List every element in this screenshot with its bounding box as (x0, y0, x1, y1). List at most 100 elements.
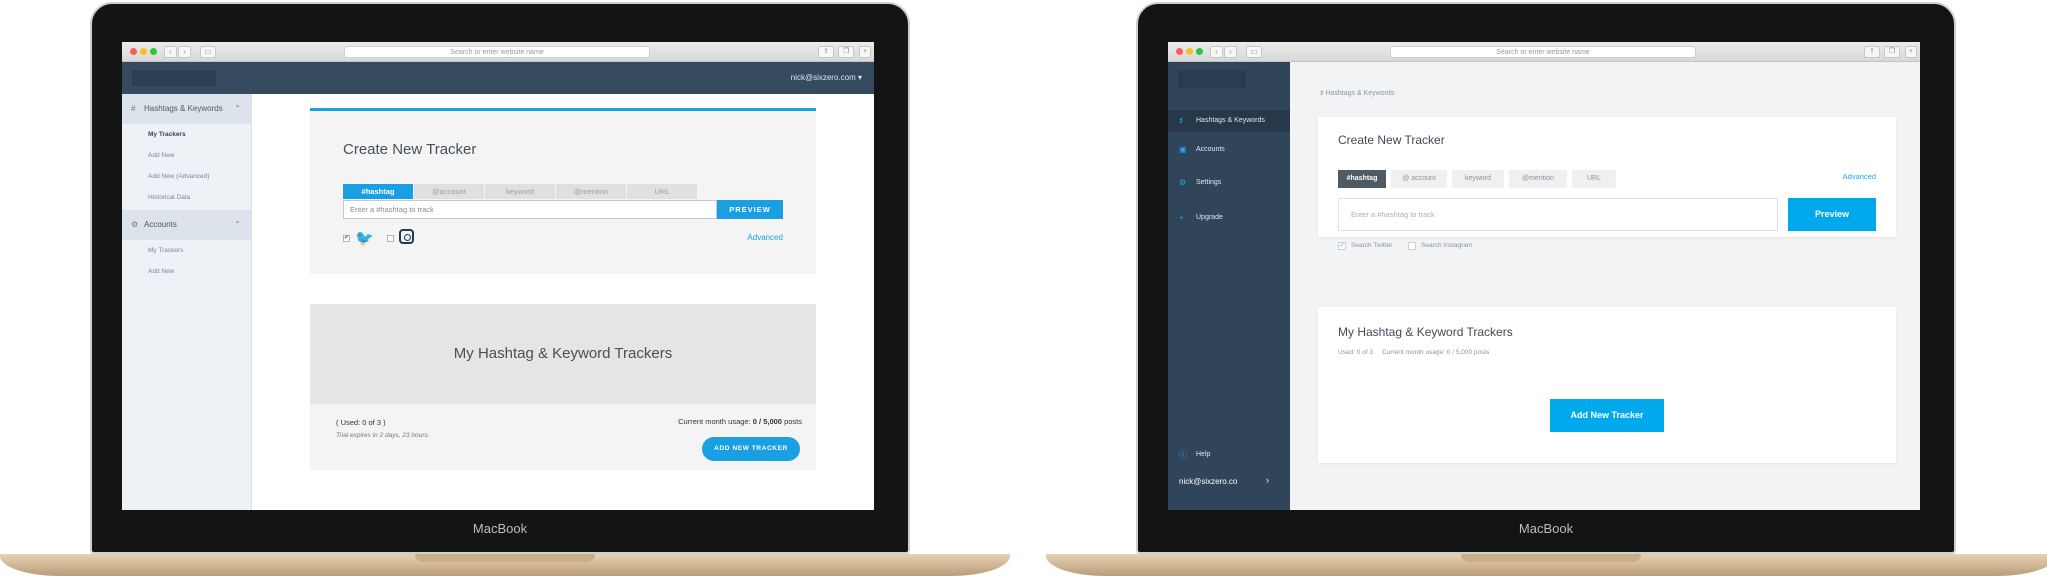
tabs-icon[interactable]: ❐ (1884, 46, 1900, 58)
card-title: My Hashtag & Keyword Trackers (1338, 325, 1513, 339)
sidebar-item-label: Upgrade (1196, 214, 1223, 221)
sidebar-item-add-new[interactable]: Add New (122, 145, 251, 166)
usage-summary: Current month usage: 0 / 5,000 posts (1382, 349, 1490, 356)
browser-toolbar: ‹ › ▭ Search or enter website name ⇧ ❐ + (122, 42, 874, 62)
new-tab-icon[interactable]: + (859, 46, 871, 58)
advanced-link[interactable]: Advanced (747, 233, 783, 242)
minimize-window-button[interactable] (1186, 48, 1193, 55)
usage-value: 0 / 5,000 (752, 417, 782, 426)
sidebar-item-settings[interactable]: ⚙ Settings (1168, 172, 1290, 194)
search-instagram-checkbox[interactable] (1408, 242, 1416, 250)
tab-mention[interactable]: @mention (556, 184, 626, 199)
back-icon[interactable]: ‹ (164, 46, 177, 58)
sidebar-section-label: Hashtags & Keywords (144, 104, 223, 113)
usage-suffix: posts (784, 417, 802, 426)
user-account[interactable]: nick@sixzero.co (1179, 477, 1237, 486)
tab-mention[interactable]: @mention (1509, 170, 1567, 188)
sidebar-item-my-trackers[interactable]: My Trackers (122, 124, 251, 145)
app-logo[interactable] (132, 70, 216, 86)
close-window-button[interactable] (1176, 48, 1183, 55)
hashtag-input[interactable]: Enter a #hashtag to track (1338, 198, 1778, 231)
advanced-link[interactable]: Advanced (1843, 172, 1876, 181)
address-bar[interactable]: Search or enter website name (1390, 46, 1696, 58)
sidebar-section-label: Accounts (144, 220, 177, 229)
sidebar-item-accounts[interactable]: ▣ Accounts (1168, 139, 1290, 161)
sidebar-toggle-icon[interactable]: ▭ (200, 46, 216, 58)
used-count: Used: 0 of 3 (1338, 349, 1374, 356)
sidebar-item-label: Hashtags & Keywords (1196, 117, 1265, 124)
usage-summary: Current month usage: 0 / 5,000 posts (678, 417, 802, 426)
address-bar[interactable]: Search or enter website name (344, 46, 650, 58)
device-label: MacBook (1518, 521, 1574, 536)
sidebar-item-historical-data[interactable]: Historical Data (122, 187, 251, 208)
tab-keyword[interactable]: keyword (485, 184, 555, 199)
instagram-icon (399, 229, 414, 244)
breadcrumb-label[interactable]: Hashtags & Keywords (1325, 90, 1394, 97)
tab-url[interactable]: URL (627, 184, 697, 199)
back-icon[interactable]: ‹ (1210, 46, 1223, 58)
tracker-type-tabs: #hashtag @ account keyword @mention URL (1338, 167, 1621, 188)
instagram-checkbox[interactable] (387, 235, 394, 242)
preview-button[interactable]: Preview (1788, 198, 1876, 231)
sidebar-item-accounts-add-new[interactable]: Add New (122, 261, 251, 282)
screen-old: ‹ › ▭ Search or enter website name ⇧ ❐ +… (122, 42, 874, 510)
card-title: Create New Tracker (343, 141, 477, 158)
tab-hashtag[interactable]: #hashtag (1338, 170, 1386, 188)
breadcrumb: ♯ Hashtags & Keywords (1320, 90, 1394, 97)
twitter-checkbox[interactable]: ✔ (343, 235, 350, 242)
sidebar-item-accounts-my-trackers[interactable]: My Trackers (122, 240, 251, 261)
sidebar-item-help[interactable]: ⓘ Help (1168, 444, 1290, 466)
sidebar-item-label: Help (1196, 451, 1211, 458)
macbook-notch (1461, 554, 1641, 562)
sidebar-item-upgrade[interactable]: + Upgrade (1168, 207, 1290, 229)
search-twitter-checkbox[interactable]: ✓ (1338, 242, 1346, 250)
tab-account[interactable]: @ account (1391, 170, 1447, 188)
plus-icon: + (1179, 213, 1184, 222)
search-twitter-label: Search Twitter (1351, 242, 1393, 249)
sidebar-item-label: Accounts (1196, 146, 1225, 153)
trackers-card: My Hashtag & Keyword Trackers Used: 0 of… (1318, 307, 1896, 463)
comparison-stage: ‹ › ▭ Search or enter website name ⇧ ❐ +… (0, 0, 2047, 585)
minimize-window-button[interactable] (140, 48, 147, 55)
tab-account[interactable]: @account (414, 184, 484, 199)
add-new-tracker-button[interactable]: ADD NEW TRACKER (702, 437, 800, 461)
user-menu[interactable]: nick@sixzero.com ▾ (791, 73, 862, 82)
maximize-window-button[interactable] (150, 48, 157, 55)
share-icon[interactable]: ⇧ (1864, 46, 1880, 58)
tabs-icon[interactable]: ❐ (838, 46, 854, 58)
browser-toolbar: ‹ › ▭ Search or enter website name ⇧ ❐ + (1168, 42, 1920, 62)
trackers-card: My Hashtag & Keyword Trackers ( Used: 0 … (310, 304, 816, 470)
main-content: ♯ Hashtags & Keywords Create New Tracker… (1290, 62, 1920, 510)
chevron-right-icon[interactable]: › (1266, 475, 1269, 485)
sidebar: ♯ Hashtags & Keywords ▣ Accounts ⚙ Setti… (1168, 62, 1290, 510)
sidebar: # Hashtags & Keywords ⌃ My Trackers Add … (122, 94, 252, 510)
sidebar-item-hashtags[interactable]: ♯ Hashtags & Keywords (1168, 110, 1290, 132)
create-tracker-card: Create New Tracker #hashtag @account keywo… (310, 108, 816, 274)
twitter-icon: 🐦 (355, 230, 374, 247)
forward-icon[interactable]: › (1224, 46, 1237, 58)
close-window-button[interactable] (130, 48, 137, 55)
forward-icon[interactable]: › (178, 46, 191, 58)
usage-prefix: Current month usage: (678, 417, 751, 426)
tab-keyword[interactable]: keyword (1452, 170, 1504, 188)
share-icon[interactable]: ⇧ (818, 46, 834, 58)
sidebar-item-add-new-advanced[interactable]: Add New (Advanced) (122, 166, 251, 187)
sidebar-section-accounts[interactable]: ⚙ Accounts ⌃ (122, 210, 251, 240)
app-logo[interactable] (1178, 70, 1246, 88)
search-instagram-label: Search Instagram (1421, 242, 1473, 249)
create-tracker-card: Create New Tracker #hashtag @ account keyw… (1318, 117, 1896, 250)
used-count: ( Used: 0 of 3 ) (336, 418, 386, 427)
hash-icon: # (131, 104, 136, 113)
add-new-tracker-button[interactable]: Add New Tracker (1550, 399, 1664, 432)
new-tab-icon[interactable]: + (1905, 46, 1917, 58)
tab-hashtag[interactable]: #hashtag (343, 184, 413, 199)
hashtag-input[interactable]: Enter a #hashtag to track (343, 200, 717, 219)
macbook-lid: ‹ › ▭ Search or enter website name ⇧ ❐ +… (1136, 2, 1956, 554)
user-card-icon: ▣ (1179, 145, 1187, 154)
trial-notice: Trial expires in 2 days, 23 hours. (336, 432, 430, 439)
maximize-window-button[interactable] (1196, 48, 1203, 55)
tab-url[interactable]: URL (1572, 170, 1616, 188)
sidebar-section-hashtags[interactable]: # Hashtags & Keywords ⌃ (122, 94, 251, 124)
preview-button[interactable]: PREVIEW (717, 200, 783, 219)
sidebar-toggle-icon[interactable]: ▭ (1246, 46, 1262, 58)
